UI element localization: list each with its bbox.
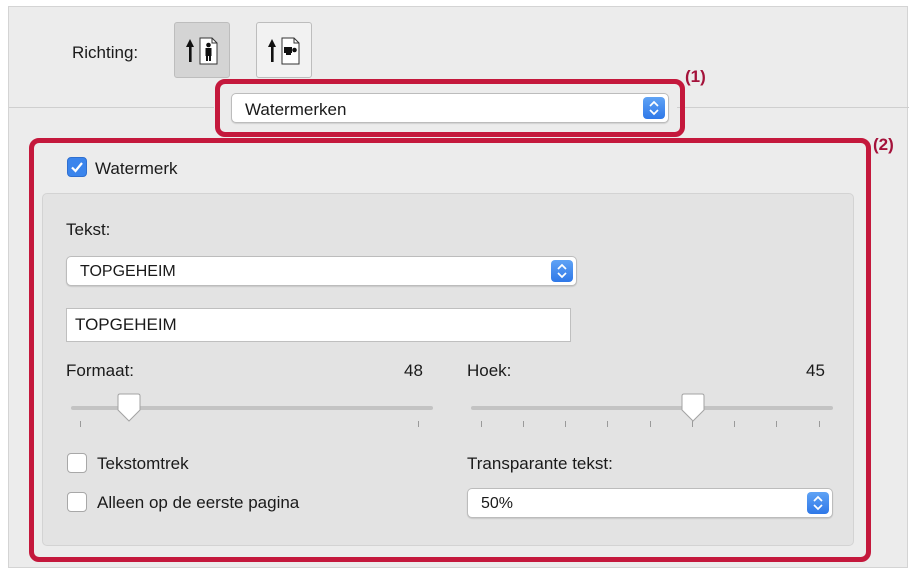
size-value: 48 (404, 361, 423, 380)
angle-tick (650, 421, 651, 427)
annotation-label-2: (2) (873, 135, 894, 154)
text-select-value: TOPGEHEIM (80, 263, 176, 280)
section-popup-value: Watermerken (245, 100, 347, 119)
portrait-orientation-button[interactable] (174, 22, 230, 78)
landscape-orientation-button[interactable] (256, 22, 312, 78)
separator-left (9, 107, 214, 108)
angle-tick (734, 421, 735, 427)
popup-stepper-icon (643, 97, 665, 119)
angle-tick (523, 421, 524, 427)
text-outline-label: Tekstomtrek (97, 454, 189, 473)
angle-value: 45 (806, 361, 825, 380)
watermark-checkbox[interactable] (67, 157, 87, 177)
angle-slider-thumb[interactable] (679, 393, 707, 428)
transparency-select[interactable]: 50% (467, 488, 833, 518)
size-tick-min (80, 421, 81, 427)
angle-tick (776, 421, 777, 427)
watermark-settings-panel: Richting: (1) Watermerken (2) Watermerk … (8, 6, 909, 568)
text-input[interactable] (66, 308, 571, 342)
text-select-stepper-icon (551, 260, 573, 282)
angle-slider-track[interactable] (471, 406, 833, 410)
angle-tick (565, 421, 566, 427)
size-label: Formaat: (66, 361, 135, 380)
separator-right (677, 107, 909, 108)
section-popup[interactable]: Watermerken (231, 93, 669, 123)
text-input-field[interactable] (67, 309, 570, 341)
transparency-stepper-icon (807, 492, 829, 514)
text-select[interactable]: TOPGEHEIM (66, 256, 577, 286)
angle-label: Hoek: (467, 361, 512, 380)
portrait-orientation-icon (186, 37, 218, 65)
text-outline-checkbox[interactable] (67, 453, 87, 473)
orientation-label: Richting: (72, 43, 139, 62)
checkmark-icon (71, 162, 83, 173)
size-tick-max (418, 421, 419, 427)
angle-tick (607, 421, 608, 427)
landscape-orientation-icon (268, 37, 300, 65)
first-page-only-checkbox[interactable] (67, 492, 87, 512)
transparency-label: Transparante tekst: (467, 454, 613, 473)
first-page-only-label: Alleen op de eerste pagina (97, 493, 300, 512)
transparency-select-value: 50% (481, 495, 514, 512)
size-slider-thumb[interactable] (115, 393, 143, 428)
angle-tick (819, 421, 820, 427)
annotation-label-1: (1) (685, 67, 706, 86)
angle-tick (481, 421, 482, 427)
watermark-checkbox-label: Watermerk (95, 159, 178, 178)
text-label: Tekst: (66, 220, 111, 239)
